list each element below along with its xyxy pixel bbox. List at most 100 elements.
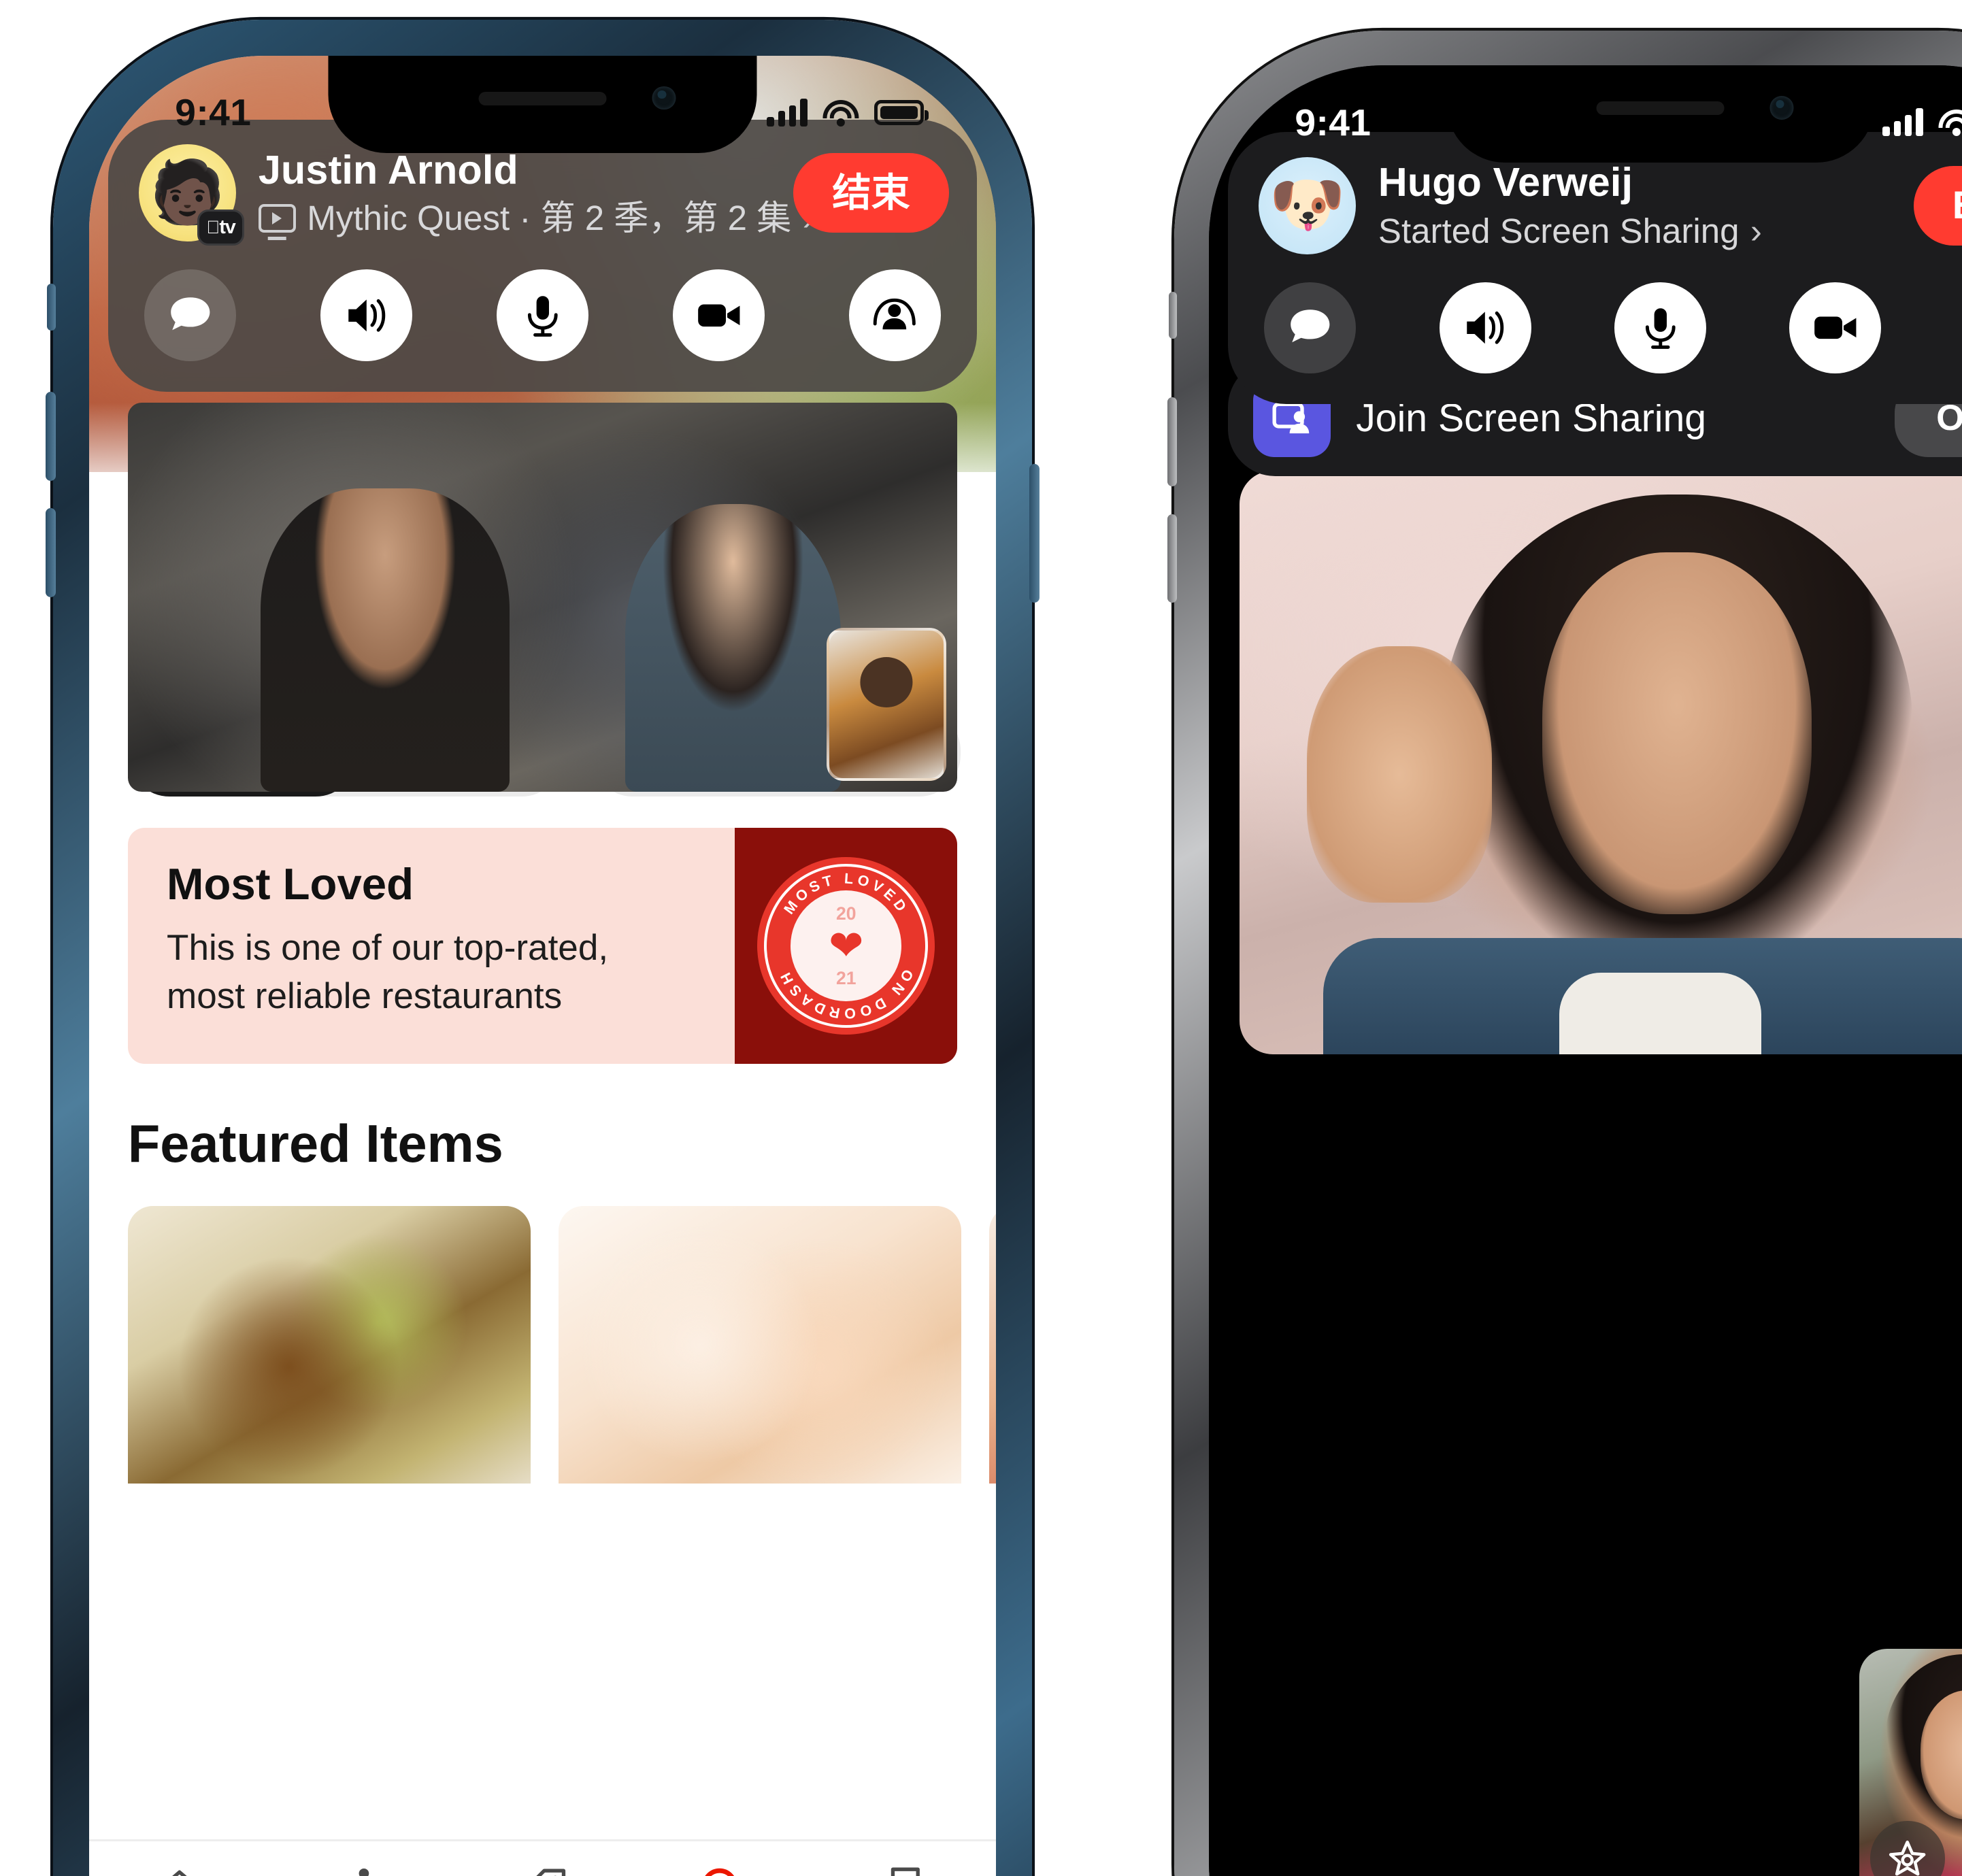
remote-person-face — [1542, 552, 1812, 915]
featured-items-row — [127, 1205, 997, 1484]
airplay-video-icon — [258, 203, 296, 233]
self-view-pip[interactable] — [827, 628, 946, 781]
most-loved-text: Most Loved This is one of our top-rated,… — [128, 828, 735, 1064]
microphone-icon-button[interactable] — [1614, 282, 1706, 374]
walking-person-icon — [359, 1868, 369, 1876]
avatar[interactable]: 🧑🏿 tv — [139, 144, 245, 246]
effects-star-icon — [1889, 1840, 1926, 1876]
video-person-right — [625, 503, 842, 792]
power-button-left[interactable] — [1029, 464, 1040, 603]
microphone-icon — [1645, 308, 1676, 349]
status-time: 9:41 — [1295, 101, 1371, 144]
most-loved-heading: Most Loved — [167, 859, 414, 909]
most-loved-card[interactable]: Most Loved This is one of our top-rated,… — [127, 828, 958, 1065]
screen-left: 4.7 ★ 1,000+ ratings · 0.9 mi · $$ $0.00… — [88, 55, 997, 1876]
wifi-icon — [822, 99, 859, 127]
facetime-banner-right[interactable]: 🐶 Hugo Verweij Started Screen Sharing › … — [1228, 131, 1962, 405]
tab-search[interactable]: Search — [633, 1864, 815, 1876]
battery-icon — [874, 100, 929, 125]
caller-subtitle: Mythic Quest · 第 2 季，第 2 集 — [307, 199, 792, 238]
volume-up-right[interactable] — [1167, 397, 1177, 486]
facetime-controls-right — [1228, 273, 1962, 404]
facetime-app: Join Screen Sharing Open 🐶 Hugo Verweij … — [1208, 65, 1962, 1876]
facetime-banner-text: Justin Arnold Mythic Quest · 第 2 季，第 2 集… — [258, 147, 814, 239]
seal-inner: 20 ❤ 21 — [791, 890, 902, 1002]
appletv-badge-icon: tv — [197, 210, 245, 246]
iphone-left: 4.7 ★ 1,000+ ratings · 0.9 mi · $$ $0.00… — [46, 19, 1040, 1876]
caller-subtitle: Started Screen Sharing — [1378, 211, 1740, 250]
status-indicators — [767, 98, 929, 127]
caller-name: Justin Arnold — [258, 147, 518, 193]
signal-bars-icon — [767, 98, 808, 127]
video-camera-icon-button[interactable] — [1789, 282, 1882, 374]
end-call-button[interactable]: 结束 — [793, 153, 949, 233]
mute-switch-right[interactable] — [1168, 291, 1177, 339]
most-loved-body-line2: most reliable restaurants — [167, 975, 563, 1016]
seal-year-top: 20 — [835, 903, 857, 924]
avatar[interactable]: 🐶 — [1259, 156, 1357, 254]
facetime-banner-text: Hugo Verweij Started Screen Sharing › — [1378, 159, 1891, 252]
wifi-icon — [1938, 108, 1962, 137]
speaker-icon-button[interactable] — [320, 269, 412, 361]
message-icon — [171, 297, 210, 330]
featured-item-2[interactable] — [558, 1205, 962, 1484]
microphone-icon-button[interactable] — [497, 269, 588, 361]
video-camera-icon — [1814, 316, 1857, 339]
volume-down-left[interactable] — [46, 508, 56, 598]
message-icon-button[interactable] — [1264, 282, 1357, 374]
screen-right: Join Screen Sharing Open 🐶 Hugo Verweij … — [1208, 65, 1962, 1876]
home-icon — [171, 1870, 188, 1876]
status-time: 9:41 — [175, 91, 252, 134]
caller-name: Hugo Verweij — [1378, 159, 1633, 205]
speaker-icon-button[interactable] — [1439, 282, 1531, 374]
facetime-banner-left[interactable]: 🧑🏿 tv Justin Arnold Mythic Quest · 第 2 … — [108, 119, 977, 392]
tag-icon — [535, 1869, 565, 1876]
remote-person-tee — [1559, 973, 1762, 1055]
screenshot-stage: 4.7 ★ 1,000+ ratings · 0.9 mi · $$ $0.00… — [0, 0, 1962, 1876]
volume-up-left[interactable] — [46, 391, 56, 481]
speaker-icon — [1467, 312, 1504, 344]
featured-item-3[interactable] — [989, 1205, 997, 1484]
signal-bars-icon — [1882, 108, 1923, 137]
tab-bar: Home Pickup Offers — [88, 1839, 997, 1876]
volume-down-right[interactable] — [1167, 514, 1177, 603]
remote-person-hand — [1306, 646, 1492, 903]
receipt-icon — [891, 1867, 920, 1876]
most-loved-body-line1: This is one of our top-rated, — [167, 927, 609, 968]
microphone-icon — [527, 295, 558, 337]
tab-pickup[interactable]: Pickup — [270, 1864, 452, 1876]
end-call-button[interactable]: End — [1913, 165, 1962, 246]
mute-switch-left[interactable] — [47, 283, 56, 331]
shareplay-video-window[interactable] — [127, 403, 958, 792]
status-bar-left: 9:41 — [89, 56, 997, 153]
caller-subtitle-row: Started Screen Sharing › — [1378, 210, 1891, 252]
message-icon-button[interactable] — [144, 269, 237, 361]
featured-items-heading: Featured Items — [127, 1114, 503, 1173]
most-loved-body: This is one of our top-rated, most relia… — [167, 924, 735, 1020]
most-loved-badge: MOST LOVED ON DOORDASH 20 ❤ 21 — [735, 828, 958, 1065]
tab-offers[interactable]: Offers — [452, 1864, 633, 1876]
status-indicators — [1882, 108, 1962, 137]
facetime-controls-left — [108, 261, 976, 392]
video-camera-icon-button[interactable] — [672, 269, 765, 361]
shareplay-icon-button[interactable] — [848, 269, 941, 361]
self-view-pip[interactable] — [1859, 1649, 1962, 1876]
seal-year-bottom: 21 — [835, 968, 857, 989]
facetime-remote-video[interactable] — [1239, 471, 1962, 1055]
memoji-avatar-dog: 🐶 — [1259, 156, 1357, 254]
featured-item-1[interactable] — [127, 1205, 531, 1484]
heart-icon: ❤ — [829, 922, 864, 969]
most-loved-seal: MOST LOVED ON DOORDASH 20 ❤ 21 — [757, 857, 935, 1035]
video-camera-icon — [697, 304, 739, 326]
shareplay-icon — [874, 298, 916, 329]
caller-subtitle-row: Mythic Quest · 第 2 季，第 2 集 › — [258, 197, 814, 239]
message-icon — [1291, 309, 1330, 343]
tab-home[interactable]: Home — [89, 1864, 271, 1876]
speaker-icon — [348, 299, 386, 332]
video-person-left — [260, 488, 510, 792]
status-bar-right: 9:41 — [1209, 65, 1962, 163]
chevron-right-icon: › — [1750, 211, 1762, 250]
search-icon — [705, 1868, 735, 1876]
tab-orders[interactable]: Orders — [815, 1864, 997, 1876]
iphone-right: Join Screen Sharing Open 🐶 Hugo Verweij … — [1167, 30, 1962, 1876]
